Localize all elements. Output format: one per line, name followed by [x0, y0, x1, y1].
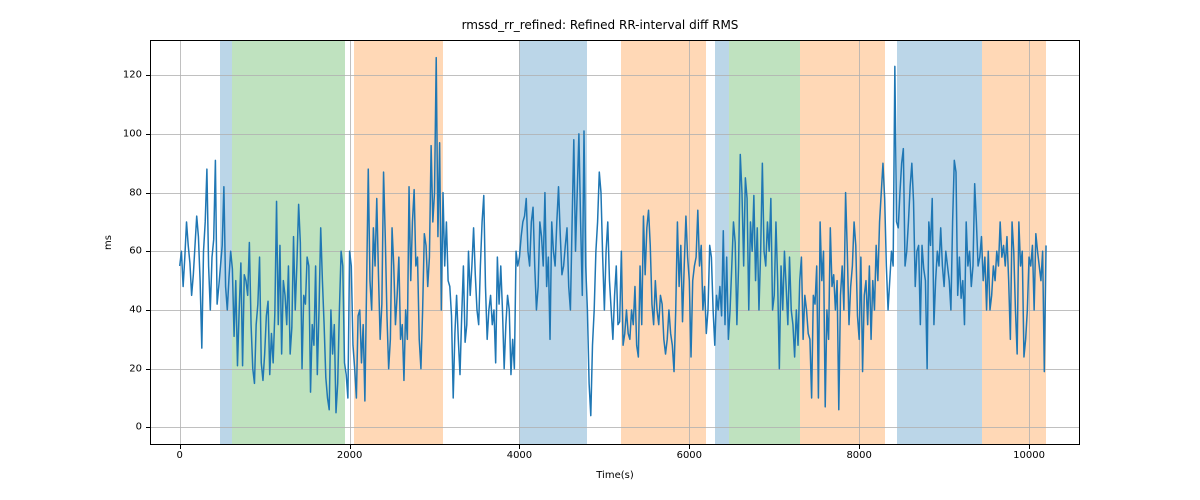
x-tick-mark: [180, 445, 181, 449]
y-tick-mark: [146, 193, 150, 194]
x-axis-label: Time(s): [150, 470, 1080, 481]
x-tick-mark: [1029, 445, 1030, 449]
x-tick-mark: [519, 445, 520, 449]
x-tick-label: 4000: [507, 450, 532, 461]
x-tick-label: 6000: [677, 450, 702, 461]
x-tick-mark: [689, 445, 690, 449]
x-tick-label: 8000: [846, 450, 871, 461]
figure: rmssd_rr_refined: Refined RR-interval di…: [0, 0, 1200, 500]
y-tick-mark: [146, 251, 150, 252]
chart-title: rmssd_rr_refined: Refined RR-interval di…: [0, 18, 1200, 32]
y-tick-mark: [146, 369, 150, 370]
x-tick-label: 10000: [1013, 450, 1045, 461]
y-tick-mark: [146, 427, 150, 428]
y-axis-label: ms: [102, 40, 114, 445]
y-tick-mark: [146, 134, 150, 135]
x-tick-label: 2000: [337, 450, 362, 461]
x-tick-mark: [859, 445, 860, 449]
line-series: [150, 40, 1080, 445]
x-tick-mark: [350, 445, 351, 449]
y-tick-mark: [146, 75, 150, 76]
axes: 0200040006000800010000 020406080100120 T…: [150, 40, 1080, 445]
y-tick-mark: [146, 310, 150, 311]
plot-area: [150, 40, 1080, 445]
x-tick-label: 0: [177, 450, 183, 461]
